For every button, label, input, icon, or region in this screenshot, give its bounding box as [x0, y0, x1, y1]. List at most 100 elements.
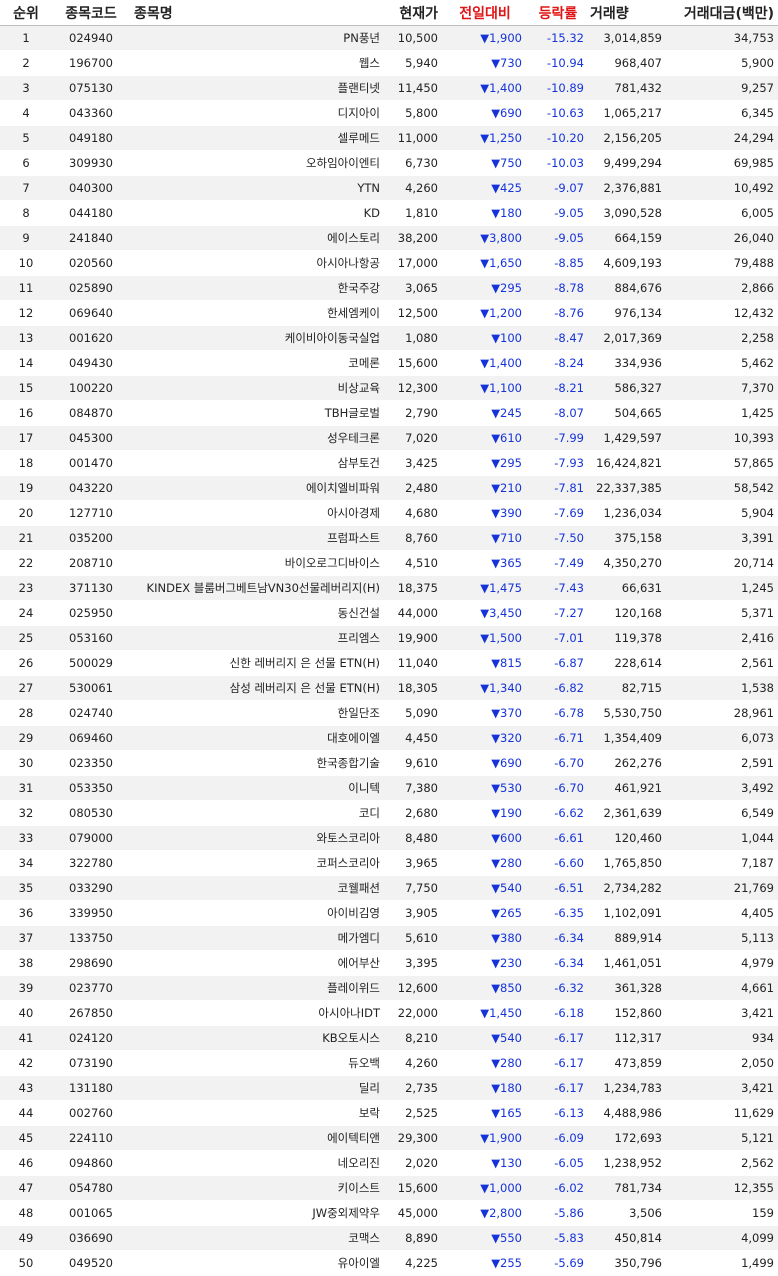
table-row[interactable]: 50 049520 유아이엘 4,225 ▼255 -5.69 350,796 1,499 — [0, 1250, 778, 1276]
stock-name-link[interactable]: 에이치엘비파워 — [130, 475, 382, 501]
stock-name-link[interactable]: YTN — [130, 175, 382, 201]
stock-name-link[interactable]: 삼부토건 — [130, 450, 382, 476]
table-row[interactable]: 22 208710 바이오로그디바이스 4,510 ▼365 -7.49 4,350,270… — [0, 550, 778, 576]
table-row[interactable]: 24 025950 동신건설 44,000 ▼3,450 -7.27 120,168 5,37… — [0, 600, 778, 626]
table-row[interactable]: 14 049430 코메론 15,600 ▼1,400 -8.24 334,936 5,462 — [0, 350, 778, 376]
table-row[interactable]: 44 002760 보락 2,525 ▼165 -6.13 4,488,986 11,629 — [0, 1100, 778, 1126]
table-row[interactable]: 46 094860 네오리진 2,020 ▼130 -6.05 1,238,952 2,562 — [0, 1150, 778, 1176]
stock-name-link[interactable]: 메가엠디 — [130, 925, 382, 951]
table-row[interactable]: 4 043360 디지아이 5,800 ▼690 -10.63 1,065,217 6,345 — [0, 100, 778, 126]
table-row[interactable]: 19 043220 에이치엘비파워 2,480 ▼210 -7.81 22,337,385 5… — [0, 475, 778, 501]
stock-name-link[interactable]: JW중외제약우 — [130, 1200, 382, 1226]
table-row[interactable]: 15 100220 비상교육 12,300 ▼1,100 -8.21 586,327 7,37… — [0, 375, 778, 401]
table-row[interactable]: 6 309930 오하임아이엔티 6,730 ▼750 -10.03 9,499,294 69… — [0, 150, 778, 176]
table-row[interactable]: 23 371130 KINDEX 블룸버그베트남VN30선물레버리지(H) 18,37… — [0, 575, 778, 601]
table-row[interactable]: 30 023350 한국종합기술 9,610 ▼690 -6.70 262,276 2,591 — [0, 750, 778, 776]
table-row[interactable]: 26 500029 신한 레버리지 은 선물 ETN(H) 11,040 ▼815 -6.… — [0, 650, 778, 676]
table-row[interactable]: 12 069640 한세엠케이 12,500 ▼1,200 -8.76 976,134 12,… — [0, 300, 778, 326]
table-row[interactable]: 3 075130 플랜티넷 11,450 ▼1,400 -10.89 781,432 9,25… — [0, 75, 778, 101]
stock-name-link[interactable]: PN풍년 — [130, 25, 382, 51]
table-row[interactable]: 5 049180 셀루메드 11,000 ▼1,250 -10.20 2,156,205 24… — [0, 125, 778, 151]
stock-name-link[interactable]: 코퍼스코리아 — [130, 850, 382, 876]
stock-name-link[interactable]: 한세엠케이 — [130, 300, 382, 326]
stock-name-link[interactable]: KB오토시스 — [130, 1025, 382, 1051]
stock-name-link[interactable]: 코디 — [130, 800, 382, 826]
table-row[interactable]: 29 069460 대호에이엘 4,450 ▼320 -6.71 1,354,409 6,07… — [0, 725, 778, 751]
stock-name-link[interactable]: 성우테크론 — [130, 425, 382, 451]
stock-name-link[interactable]: 유아이엘 — [130, 1250, 382, 1276]
stock-name-link[interactable]: 케이비아이동국실업 — [130, 325, 382, 351]
stock-name-link[interactable]: 한일단조 — [130, 700, 382, 726]
stock-name-link[interactable]: 에이텍티앤 — [130, 1125, 382, 1151]
stock-name-link[interactable]: 딜리 — [130, 1075, 382, 1101]
stock-name-link[interactable]: 코메론 — [130, 350, 382, 376]
header-code[interactable]: 종목코드 — [52, 0, 130, 26]
stock-name-link[interactable]: 아이비김영 — [130, 900, 382, 926]
stock-name-link[interactable]: 한국주강 — [130, 275, 382, 301]
table-row[interactable]: 33 079000 와토스코리아 8,480 ▼600 -6.61 120,460 1,044 — [0, 825, 778, 851]
stock-name-link[interactable]: 아시아경제 — [130, 500, 382, 526]
table-row[interactable]: 32 080530 코디 2,680 ▼190 -6.62 2,361,639 6,549 — [0, 800, 778, 826]
table-row[interactable]: 40 267850 아시아나IDT 22,000 ▼1,450 -6.18 152,860 3… — [0, 1000, 778, 1026]
stock-name-link[interactable]: 오하임아이엔티 — [130, 150, 382, 176]
stock-name-link[interactable]: 프리엠스 — [130, 625, 382, 651]
table-row[interactable]: 28 024740 한일단조 5,090 ▼370 -6.78 5,530,750 28,96… — [0, 700, 778, 726]
stock-name-link[interactable]: 이니텍 — [130, 775, 382, 801]
table-row[interactable]: 2 196700 웹스 5,940 ▼730 -10.94 968,407 5,900 — [0, 50, 778, 76]
table-row[interactable]: 10 020560 아시아나항공 17,000 ▼1,650 -8.85 4,609,193… — [0, 250, 778, 276]
stock-name-link[interactable]: 바이오로그디바이스 — [130, 550, 382, 576]
stock-name-link[interactable]: 듀오백 — [130, 1050, 382, 1076]
stock-name-link[interactable]: 한국종합기술 — [130, 750, 382, 776]
table-row[interactable]: 37 133750 메가엠디 5,610 ▼380 -6.34 889,914 5,113 — [0, 925, 778, 951]
stock-name-link[interactable]: 키이스트 — [130, 1175, 382, 1201]
header-amount[interactable]: 거래대금(백만) — [666, 0, 778, 26]
stock-name-link[interactable]: 네오리진 — [130, 1150, 382, 1176]
stock-name-link[interactable]: 보락 — [130, 1100, 382, 1126]
table-row[interactable]: 34 322780 코퍼스코리아 3,965 ▼280 -6.60 1,765,850 7,1… — [0, 850, 778, 876]
stock-name-link[interactable]: 셀루메드 — [130, 125, 382, 151]
header-price[interactable]: 현재가 — [382, 0, 444, 26]
table-row[interactable]: 48 001065 JW중외제약우 45,000 ▼2,800 -5.86 3,506 159 — [0, 1200, 778, 1226]
table-row[interactable]: 8 044180 KD 1,810 ▼180 -9.05 3,090,528 6,005 — [0, 200, 778, 226]
stock-name-link[interactable]: 아시아나IDT — [130, 1000, 382, 1026]
header-change[interactable]: 전일대비 — [444, 0, 526, 26]
header-rank[interactable]: 순위 — [0, 0, 52, 26]
stock-name-link[interactable]: 디지아이 — [130, 100, 382, 126]
table-row[interactable]: 20 127710 아시아경제 4,680 ▼390 -7.69 1,236,034 5,90… — [0, 500, 778, 526]
table-row[interactable]: 41 024120 KB오토시스 8,210 ▼540 -6.17 112,317 934 — [0, 1025, 778, 1051]
table-row[interactable]: 27 530061 삼성 레버리지 은 선물 ETN(H) 18,305 ▼1,340-… — [0, 675, 778, 701]
stock-name-link[interactable]: 비상교육 — [130, 375, 382, 401]
table-row[interactable]: 21 035200 프럼파스트 8,760 ▼710 -7.50 375,158 3,391 — [0, 525, 778, 551]
table-row[interactable]: 7 040300 YTN 4,260 ▼425 -9.07 2,376,881 10,492 — [0, 175, 778, 201]
stock-name-link[interactable]: 동신건설 — [130, 600, 382, 626]
table-row[interactable]: 31 053350 이니텍 7,380 ▼530 -6.70 461,921 3,492 — [0, 775, 778, 801]
table-row[interactable]: 1 024940 PN풍년 10,500 ▼1,900 -15.32 3,014,859 34… — [0, 25, 778, 51]
stock-name-link[interactable]: 아시아나항공 — [130, 250, 382, 276]
header-rate[interactable]: 등락률 — [526, 0, 590, 26]
stock-name-link[interactable]: 와토스코리아 — [130, 825, 382, 851]
stock-name-link[interactable]: KD — [130, 200, 382, 226]
stock-name-link[interactable]: 에이스토리 — [130, 225, 382, 251]
table-row[interactable]: 35 033290 코웰패션 7,750 ▼540 -6.51 2,734,282 21,76… — [0, 875, 778, 901]
stock-name-link[interactable]: KINDEX 블룸버그베트남VN30선물레버리지(H) — [130, 575, 382, 601]
header-volume[interactable]: 거래량 — [590, 0, 666, 26]
table-row[interactable]: 39 023770 플레이위드 12,600 ▼850 -6.32 361,328 4,661 — [0, 975, 778, 1001]
stock-name-link[interactable]: 웹스 — [130, 50, 382, 76]
stock-name-link[interactable]: 삼성 레버리지 은 선물 ETN(H) — [130, 675, 382, 701]
stock-name-link[interactable]: 에어부산 — [130, 950, 382, 976]
table-row[interactable]: 42 073190 듀오백 4,260 ▼280 -6.17 473,859 2,050 — [0, 1050, 778, 1076]
table-row[interactable]: 38 298690 에어부산 3,395 ▼230 -6.34 1,461,051 4,979 — [0, 950, 778, 976]
table-row[interactable]: 18 001470 삼부토건 3,425 ▼295 -7.93 16,424,821 57,8… — [0, 450, 778, 476]
table-row[interactable]: 45 224110 에이텍티앤 29,300 ▼1,900 -6.09 172,693 5,1… — [0, 1125, 778, 1151]
table-row[interactable]: 13 001620 케이비아이동국실업 1,080 ▼100 -8.47 2,017,369… — [0, 325, 778, 351]
stock-name-link[interactable]: 프럼파스트 — [130, 525, 382, 551]
stock-name-link[interactable]: 플레이위드 — [130, 975, 382, 1001]
table-row[interactable]: 47 054780 키이스트 15,600 ▼1,000 -6.02 781,734 12,3… — [0, 1175, 778, 1201]
table-row[interactable]: 36 339950 아이비김영 3,905 ▼265 -6.35 1,102,091 4,40… — [0, 900, 778, 926]
table-row[interactable]: 25 053160 프리엠스 19,900 ▼1,500 -7.01 119,378 2,41… — [0, 625, 778, 651]
table-row[interactable]: 9 241840 에이스토리 38,200 ▼3,800 -9.05 664,159 26,0… — [0, 225, 778, 251]
stock-name-link[interactable]: TBH글로벌 — [130, 400, 382, 426]
table-row[interactable]: 16 084870 TBH글로벌 2,790 ▼245 -8.07 504,665 1,425 — [0, 400, 778, 426]
table-row[interactable]: 11 025890 한국주강 3,065 ▼295 -8.78 884,676 2,866 — [0, 275, 778, 301]
stock-name-link[interactable]: 플랜티넷 — [130, 75, 382, 101]
